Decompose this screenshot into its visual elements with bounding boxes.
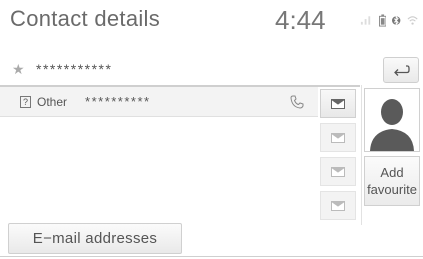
message-button-disabled — [320, 123, 356, 152]
envelope-icon — [331, 166, 345, 177]
envelope-icon — [331, 98, 345, 109]
envelope-icon — [331, 132, 345, 143]
person-silhouette-icon — [370, 99, 414, 151]
phone-number: ********** — [85, 94, 151, 109]
signal-icon — [360, 16, 371, 25]
battery-icon — [379, 13, 387, 27]
message-button[interactable] — [320, 89, 356, 118]
star-icon[interactable]: ★ — [12, 61, 32, 78]
add-favourite-label-line1: Add — [380, 165, 404, 180]
contact-name-row: ★ *********** — [12, 56, 352, 82]
column-divider — [361, 85, 362, 225]
number-type-icon: ? — [20, 95, 31, 108]
status-bar — [360, 10, 418, 30]
phone-number-row[interactable]: ? Other ********** — [0, 87, 318, 117]
envelope-icon — [331, 200, 345, 211]
message-button-disabled — [320, 157, 356, 186]
bottom-border — [0, 256, 423, 257]
bluetooth-icon — [392, 15, 401, 25]
message-button-disabled — [320, 191, 356, 220]
add-favourite-button[interactable]: Add favourite — [364, 156, 420, 206]
number-type-label: Other — [37, 94, 68, 109]
add-favourite-label-line2: favourite — [367, 182, 417, 197]
email-addresses-button[interactable]: E−mail addresses — [8, 223, 182, 254]
clock: 4:44 — [275, 5, 326, 35]
message-button-column — [318, 87, 360, 227]
email-addresses-label: E−mail addresses — [32, 230, 158, 247]
contact-details-screen: Contact details 4:44 ★ *********** ? Oth… — [0, 0, 423, 259]
contact-avatar — [364, 88, 420, 152]
phone-icon — [290, 95, 304, 109]
wifi-icon — [407, 15, 418, 25]
back-arrow-icon — [394, 65, 410, 76]
back-button[interactable] — [383, 57, 419, 83]
page-title: Contact details — [10, 6, 161, 31]
contact-name: *********** — [36, 61, 113, 77]
